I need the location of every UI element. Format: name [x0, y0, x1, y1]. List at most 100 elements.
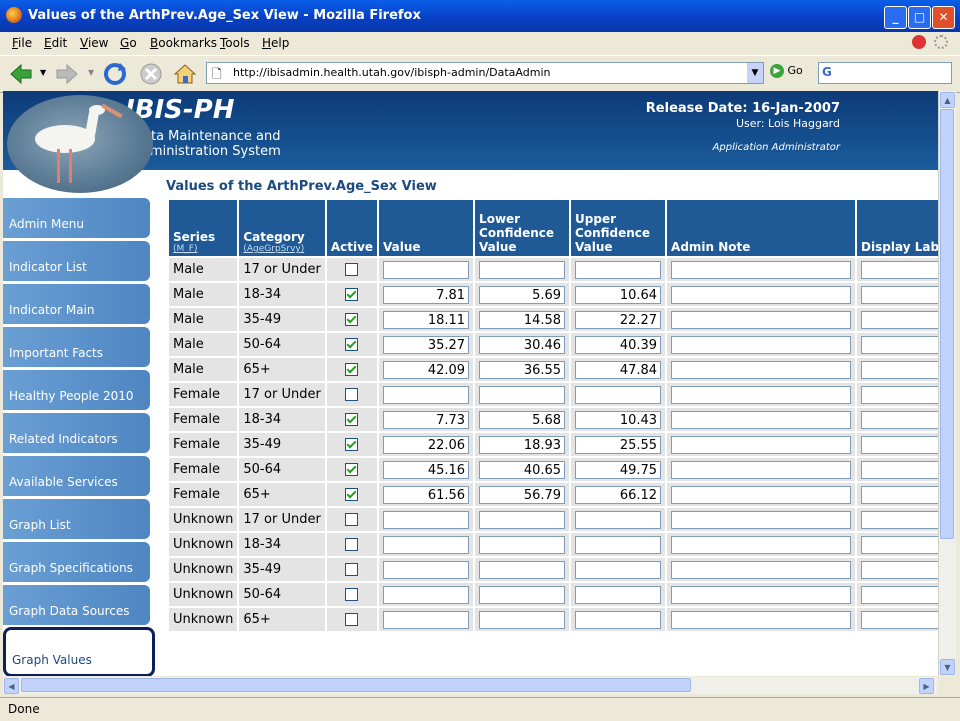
value-input[interactable]: 22.06 [383, 435, 470, 454]
display-label-input[interactable] [861, 310, 938, 329]
active-checkbox[interactable] [345, 288, 359, 301]
display-label-input[interactable] [861, 335, 938, 354]
horizontal-scrollbar[interactable]: ◀ ▶ [3, 677, 938, 694]
menu-bookmarks[interactable]: Bookmarks [150, 36, 217, 50]
value-input[interactable]: 18.11 [383, 310, 470, 329]
admin-note-input[interactable] [671, 385, 852, 404]
admin-note-input[interactable] [671, 485, 852, 504]
display-label-input[interactable] [861, 585, 938, 604]
upper-confidence-input[interactable] [575, 560, 662, 579]
lower-confidence-input[interactable]: 56.79 [479, 485, 566, 504]
value-input[interactable] [383, 585, 470, 604]
admin-note-input[interactable] [671, 460, 852, 479]
lower-confidence-input[interactable] [479, 510, 566, 529]
series-sort-link[interactable]: (M_F) [173, 244, 233, 254]
close-button[interactable]: ✕ [932, 6, 955, 29]
admin-note-input[interactable] [671, 510, 852, 529]
menu-tools[interactable]: Tools [220, 36, 250, 50]
url-bar[interactable]: 🗋 http://ibisadmin.health.utah.gov/ibisp… [206, 62, 764, 84]
sidebar-item-graph-data-sources[interactable]: Graph Data Sources [3, 585, 150, 625]
reload-icon[interactable] [102, 61, 128, 87]
lower-confidence-input[interactable]: 18.93 [479, 435, 566, 454]
display-label-input[interactable] [861, 460, 938, 479]
admin-note-input[interactable] [671, 535, 852, 554]
display-label-input[interactable] [861, 260, 938, 279]
lower-confidence-input[interactable] [479, 585, 566, 604]
sidebar-item-graph-values[interactable]: Graph Values [3, 627, 155, 676]
value-input[interactable]: 42.09 [383, 360, 470, 379]
value-input[interactable]: 45.16 [383, 460, 470, 479]
sidebar-item-available-services[interactable]: Available Services [3, 456, 150, 496]
scroll-down-icon[interactable]: ▼ [940, 659, 955, 675]
horizontal-scroll-thumb[interactable] [21, 678, 691, 692]
upper-confidence-input[interactable] [575, 535, 662, 554]
sidebar-item-healthy-people[interactable]: Healthy People 2010 [3, 370, 150, 410]
display-label-input[interactable] [861, 510, 938, 529]
lower-confidence-input[interactable] [479, 560, 566, 579]
upper-confidence-input[interactable]: 25.55 [575, 435, 662, 454]
value-input[interactable] [383, 260, 470, 279]
value-input[interactable]: 7.73 [383, 410, 470, 429]
active-checkbox[interactable] [345, 538, 359, 551]
admin-note-input[interactable] [671, 560, 852, 579]
upper-confidence-input[interactable]: 66.12 [575, 485, 662, 504]
stop-page-icon[interactable] [138, 61, 164, 87]
menu-file[interactable]: File [12, 36, 32, 50]
value-input[interactable] [383, 510, 470, 529]
upper-confidence-input[interactable]: 40.39 [575, 335, 662, 354]
scroll-left-icon[interactable]: ◀ [4, 678, 19, 694]
lower-confidence-input[interactable] [479, 385, 566, 404]
sidebar-item-indicator-list[interactable]: Indicator List [3, 241, 150, 281]
active-checkbox[interactable] [345, 363, 359, 376]
lower-confidence-input[interactable]: 30.46 [479, 335, 566, 354]
upper-confidence-input[interactable]: 47.84 [575, 360, 662, 379]
active-checkbox[interactable] [345, 388, 359, 401]
upper-confidence-input[interactable] [575, 610, 662, 629]
admin-note-input[interactable] [671, 360, 852, 379]
value-input[interactable] [383, 560, 470, 579]
sidebar-item-graph-specifications[interactable]: Graph Specifications [3, 542, 150, 582]
vertical-scrollbar[interactable]: ▲ ▼ [938, 91, 956, 676]
active-checkbox[interactable] [345, 438, 359, 451]
lower-confidence-input[interactable]: 14.58 [479, 310, 566, 329]
admin-note-input[interactable] [671, 435, 852, 454]
scroll-up-icon[interactable]: ▲ [940, 92, 955, 108]
admin-note-input[interactable] [671, 310, 852, 329]
search-input[interactable]: G [818, 62, 952, 84]
sidebar-item-admin-menu[interactable]: Admin Menu [3, 198, 150, 238]
lower-confidence-input[interactable]: 5.68 [479, 410, 566, 429]
sidebar-item-related-indicators[interactable]: Related Indicators [3, 413, 150, 453]
display-label-input[interactable] [861, 535, 938, 554]
display-label-input[interactable] [861, 435, 938, 454]
back-dropdown-icon[interactable]: ▼ [40, 68, 46, 77]
menu-help[interactable]: Help [262, 36, 289, 50]
upper-confidence-input[interactable]: 10.64 [575, 285, 662, 304]
forward-icon[interactable] [54, 61, 80, 87]
upper-confidence-input[interactable]: 22.27 [575, 310, 662, 329]
value-input[interactable]: 61.56 [383, 485, 470, 504]
admin-note-input[interactable] [671, 285, 852, 304]
upper-confidence-input[interactable] [575, 260, 662, 279]
scroll-right-icon[interactable]: ▶ [919, 678, 934, 694]
home-icon[interactable] [172, 61, 198, 87]
active-checkbox[interactable] [345, 513, 359, 526]
value-input[interactable] [383, 535, 470, 554]
display-label-input[interactable] [861, 410, 938, 429]
menu-edit[interactable]: Edit [44, 36, 67, 50]
url-dropdown-icon[interactable]: ▼ [747, 63, 763, 83]
active-checkbox[interactable] [345, 338, 359, 351]
display-label-input[interactable] [861, 360, 938, 379]
upper-confidence-input[interactable] [575, 385, 662, 404]
lower-confidence-input[interactable]: 5.69 [479, 285, 566, 304]
lower-confidence-input[interactable] [479, 610, 566, 629]
category-sort-link[interactable]: (AgeGrpSrvy) [243, 244, 320, 254]
admin-note-input[interactable] [671, 585, 852, 604]
lower-confidence-input[interactable] [479, 260, 566, 279]
back-icon[interactable] [8, 61, 34, 87]
lower-confidence-input[interactable] [479, 535, 566, 554]
go-button[interactable]: ▶ Go [770, 64, 803, 78]
display-label-input[interactable] [861, 385, 938, 404]
upper-confidence-input[interactable]: 10.43 [575, 410, 662, 429]
display-label-input[interactable] [861, 485, 938, 504]
forward-dropdown-icon[interactable]: ▼ [88, 68, 94, 77]
